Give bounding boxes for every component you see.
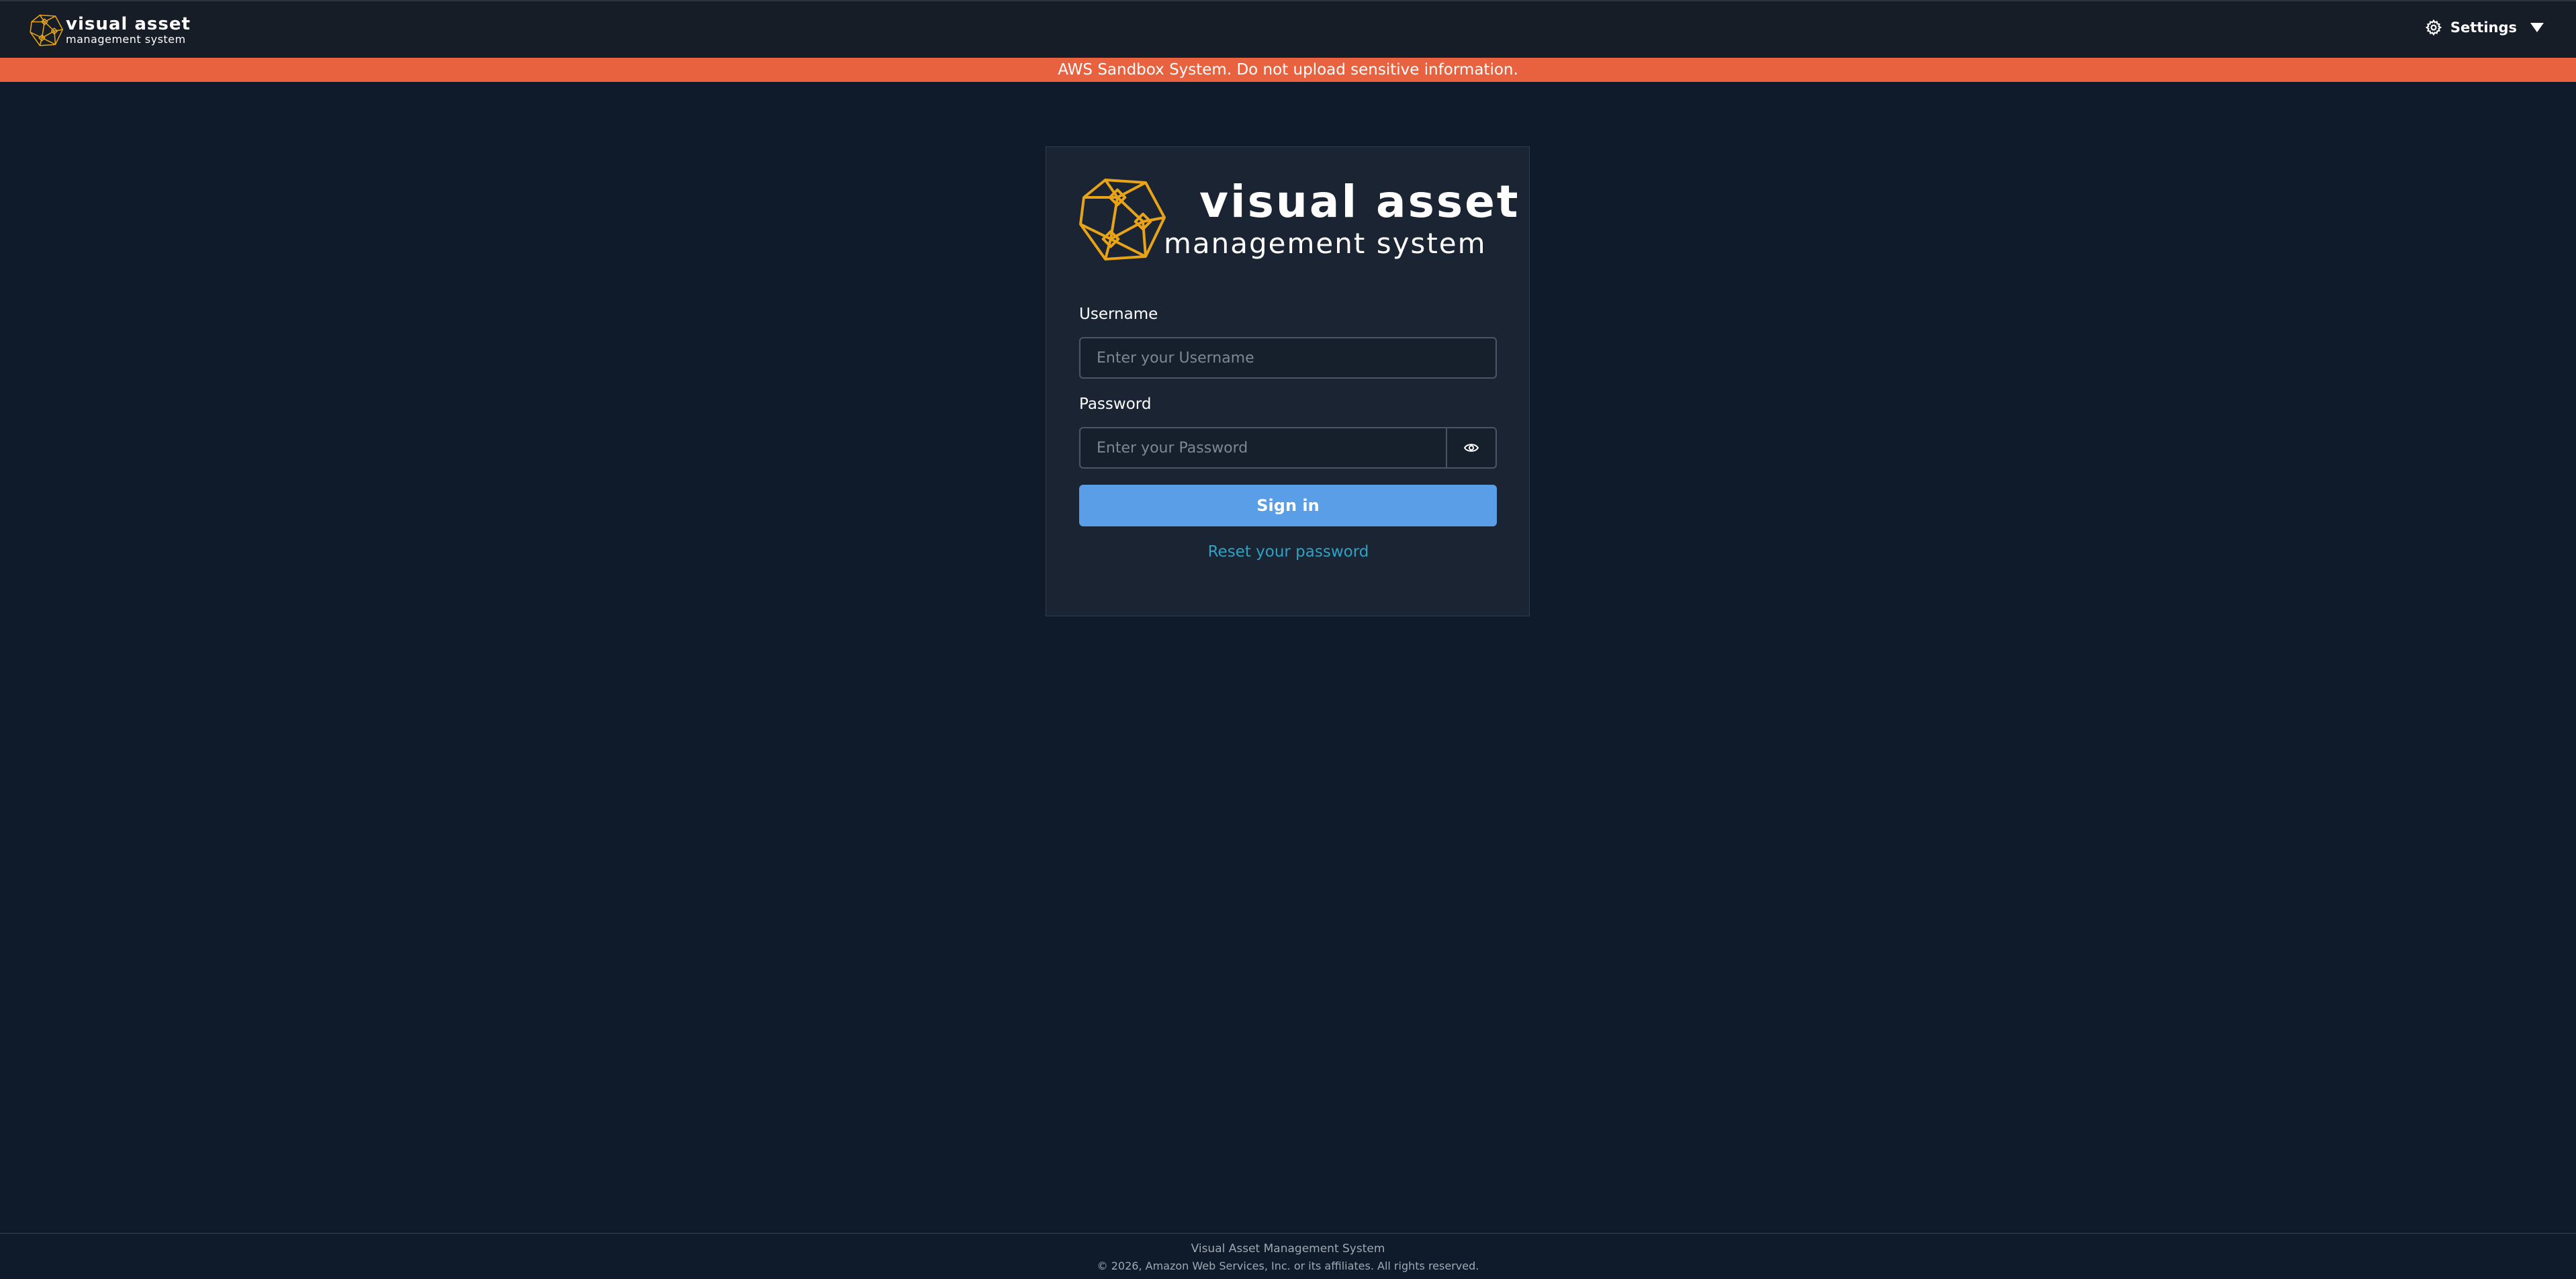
page-footer: Visual Asset Management System © 2026, A… — [0, 1233, 2576, 1279]
password-field — [1079, 427, 1497, 469]
top-navigation: visual asset management system Settings — [0, 0, 2576, 58]
gear-icon — [2425, 19, 2442, 36]
header-logo[interactable]: visual asset management system — [30, 13, 191, 47]
password-input[interactable] — [1080, 428, 1446, 467]
header-logo-line2: management system — [66, 33, 186, 46]
eye-icon — [1464, 444, 1479, 452]
show-password-button[interactable] — [1446, 428, 1496, 467]
caret-down-icon — [2530, 23, 2544, 32]
header-wordmark: visual asset management system — [66, 15, 191, 45]
settings-menu-button[interactable]: Settings — [2425, 19, 2544, 36]
username-input[interactable] — [1079, 337, 1497, 379]
header-logo-line1: visual asset — [66, 14, 191, 34]
login-logo-line1: visual asset — [1199, 176, 1520, 228]
settings-label: Settings — [2450, 19, 2517, 36]
reset-password-link[interactable]: Reset your password — [1046, 543, 1530, 561]
password-label: Password — [1079, 395, 1152, 413]
sandbox-warning-banner: AWS Sandbox System. Do not upload sensit… — [0, 58, 2576, 82]
login-card: visual asset management system Username … — [1046, 146, 1530, 616]
vams-logo-icon — [30, 13, 63, 47]
username-label: Username — [1079, 305, 1158, 323]
footer-product-name: Visual Asset Management System — [1191, 1242, 1385, 1256]
sign-in-button[interactable]: Sign in — [1079, 485, 1497, 526]
banner-text: AWS Sandbox System. Do not upload sensit… — [1058, 61, 1518, 79]
vams-logo-icon — [1078, 177, 1166, 261]
login-logo-line2: management system — [1164, 227, 1487, 260]
login-logo: visual asset management system — [1078, 177, 1518, 265]
footer-copyright: © 2026, Amazon Web Services, Inc. or its… — [1097, 1260, 1479, 1272]
